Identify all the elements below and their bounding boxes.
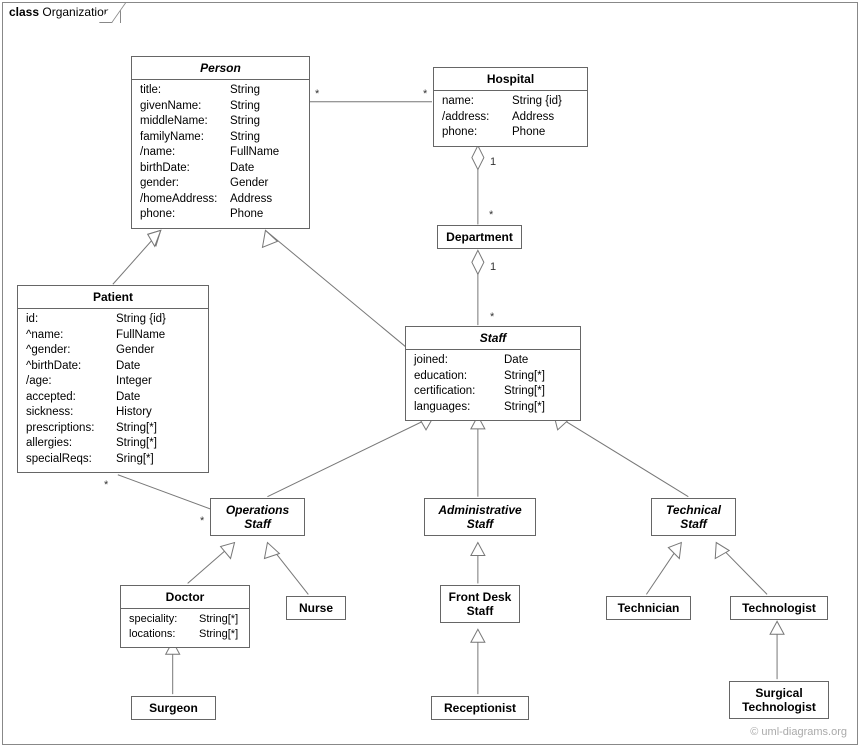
class-person: Person title:String givenName:String mid…	[131, 56, 310, 229]
class-title: Nurse	[287, 597, 345, 619]
class-body: joined:Date education:String[*] certific…	[406, 350, 580, 420]
class-administrative-staff: Administrative Staff	[424, 498, 536, 536]
watermark: © uml-diagrams.org	[750, 726, 847, 738]
class-doctor: Doctor speciality:String[*] locations:St…	[120, 585, 250, 648]
class-technical-staff: Technical Staff	[651, 498, 736, 536]
class-staff: Staff joined:Date education:String[*] ce…	[405, 326, 581, 421]
class-title: Technologist	[731, 597, 827, 619]
class-title: Receptionist	[432, 697, 528, 719]
class-title: Doctor	[121, 586, 249, 609]
class-body: speciality:String[*] locations:String[*]	[121, 609, 249, 647]
class-front-desk-staff: Front Desk Staff	[440, 585, 520, 623]
class-title: Patient	[18, 286, 208, 309]
mult-label: 1	[490, 262, 496, 273]
class-title: Operations Staff	[211, 499, 304, 535]
mult-label: *	[104, 480, 108, 491]
class-hospital: Hospital name:String {id} /address:Addre…	[433, 67, 588, 147]
frame-label-prefix: class	[9, 5, 39, 19]
class-title: Administrative Staff	[425, 499, 535, 535]
mult-label: *	[200, 516, 204, 527]
class-technologist: Technologist	[730, 596, 828, 620]
class-title: Technician	[607, 597, 690, 619]
class-patient: Patient id:String {id} ^name:FullName ^g…	[17, 285, 209, 473]
class-title: Department	[438, 226, 521, 248]
class-title: Front Desk Staff	[441, 586, 519, 622]
class-title: Surgical Technologist	[730, 682, 828, 718]
class-technician: Technician	[606, 596, 691, 620]
mult-label: *	[490, 312, 494, 323]
frame-label: class Organization	[2, 2, 121, 23]
class-title: Technical Staff	[652, 499, 735, 535]
class-body: name:String {id} /address:Address phone:…	[434, 91, 587, 146]
class-receptionist: Receptionist	[431, 696, 529, 720]
class-operations-staff: Operations Staff	[210, 498, 305, 536]
class-body: title:String givenName:String middleName…	[132, 80, 309, 228]
mult-label: *	[423, 89, 427, 100]
class-department: Department	[437, 225, 522, 249]
class-title: Person	[132, 57, 309, 80]
mult-label: *	[489, 210, 493, 221]
mult-label: 1	[490, 157, 496, 168]
mult-label: *	[315, 89, 319, 100]
class-body: id:String {id} ^name:FullName ^gender:Ge…	[18, 309, 208, 472]
class-surgeon: Surgeon	[131, 696, 216, 720]
class-title: Surgeon	[132, 697, 215, 719]
diagram-frame: class Organization	[2, 2, 858, 745]
class-surgical-technologist: Surgical Technologist	[729, 681, 829, 719]
class-title: Staff	[406, 327, 580, 350]
class-title: Hospital	[434, 68, 587, 91]
frame-label-name: Organization	[42, 5, 110, 19]
class-nurse: Nurse	[286, 596, 346, 620]
